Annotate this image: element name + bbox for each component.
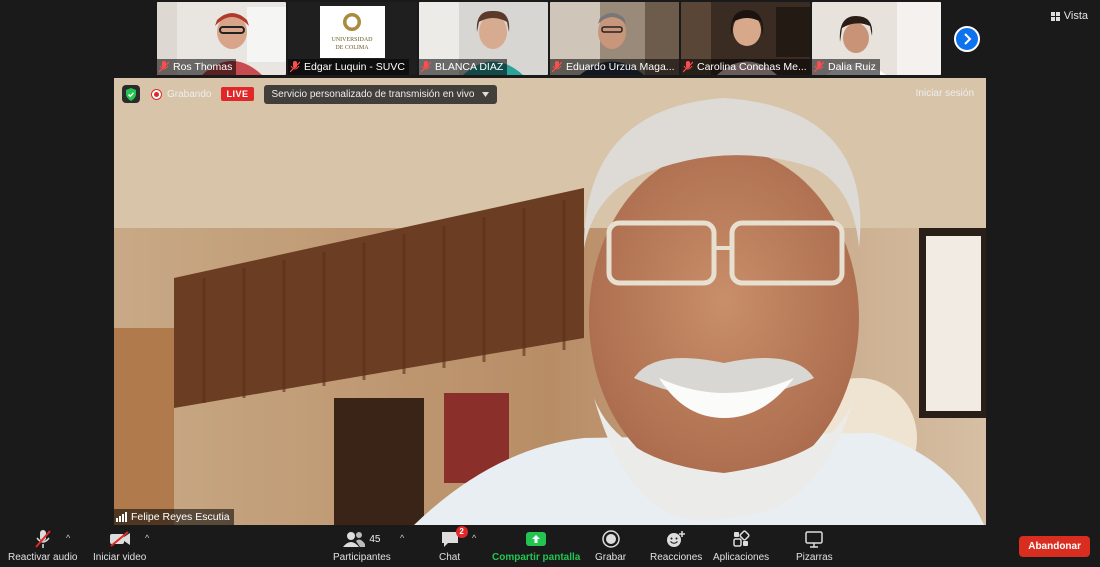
- apps-icon: [733, 530, 750, 547]
- muted-mic-icon: [159, 61, 169, 73]
- share-screen-button[interactable]: Compartir pantalla: [492, 529, 580, 563]
- record-label: Grabar: [595, 552, 627, 563]
- participant-tile[interactable]: Eduardo Urzua Maga...: [550, 2, 679, 75]
- grid-icon: [1050, 11, 1060, 21]
- apps-button[interactable]: Aplicaciones: [713, 529, 769, 563]
- whiteboard-icon: [805, 531, 824, 548]
- zoom-meeting-window: Ros Thomas UNIVERSIDAD DE COLIMA Edgar L…: [0, 0, 1100, 567]
- participant-name-label: BLANCA DIAZ: [419, 59, 508, 75]
- stream-service-dropdown[interactable]: Servicio personalizado de transmisión en…: [263, 84, 498, 104]
- participant-thumbnail-strip: Ros Thomas UNIVERSIDAD DE COLIMA Edgar L…: [157, 2, 941, 75]
- whiteboards-label: Pizarras: [796, 552, 833, 563]
- sign-in-link[interactable]: Iniciar sesión: [916, 88, 974, 99]
- view-label: Vista: [1063, 10, 1088, 22]
- security-shield-button[interactable]: [122, 85, 140, 103]
- whiteboards-button[interactable]: Pizarras: [796, 529, 833, 563]
- participants-button[interactable]: 45 Participantes: [333, 529, 391, 563]
- participant-name-label: Eduardo Urzua Maga...: [550, 59, 679, 75]
- video-off-icon: [109, 531, 130, 547]
- participant-tile[interactable]: Ros Thomas: [157, 2, 286, 75]
- participant-name: Ros Thomas: [173, 61, 233, 73]
- chat-button[interactable]: 2 Chat: [439, 526, 468, 563]
- participant-tile[interactable]: Carolina Conchas Me...: [681, 2, 810, 75]
- participant-name-label: Edgar Luquin - SUVC: [288, 59, 409, 75]
- muted-mic-icon: [552, 61, 562, 73]
- muted-microphone-icon: [34, 530, 51, 548]
- leave-meeting-button[interactable]: Abandonar: [1019, 536, 1090, 557]
- share-screen-icon: [526, 532, 547, 546]
- participant-tile[interactable]: Dalia Ruiz: [812, 2, 941, 75]
- participant-name: Eduardo Urzua Maga...: [566, 61, 675, 73]
- participants-icon: [343, 532, 366, 547]
- participant-name: BLANCA DIAZ: [435, 61, 504, 73]
- signal-strength-icon: [116, 512, 127, 522]
- chat-label: Chat: [439, 552, 461, 563]
- video-options-caret[interactable]: ^: [145, 533, 149, 543]
- participant-name: Dalia Ruiz: [828, 61, 876, 73]
- participants-count: 45: [369, 533, 381, 545]
- participant-name: Edgar Luquin - SUVC: [304, 61, 405, 73]
- meeting-status-bar: Grabando LIVE Servicio personalizado de …: [114, 78, 986, 110]
- live-badge[interactable]: LIVE: [221, 87, 254, 101]
- reactions-label: Reacciones: [650, 552, 703, 563]
- chat-options-caret[interactable]: ^: [472, 533, 476, 543]
- record-icon: [601, 530, 620, 548]
- smiley-plus-icon: [667, 531, 686, 547]
- muted-mic-icon: [814, 61, 824, 73]
- chevron-right-icon: [964, 33, 972, 45]
- muted-mic-icon: [290, 61, 300, 73]
- participant-name-label: Dalia Ruiz: [812, 59, 880, 75]
- participant-tile[interactable]: UNIVERSIDAD DE COLIMA Edgar Luquin - SUV…: [288, 2, 417, 75]
- next-page-button[interactable]: [954, 26, 980, 52]
- chat-unread-badge: 2: [455, 526, 468, 538]
- shield-icon: [126, 87, 136, 101]
- speaker-name-label: Felipe Reyes Escutia: [114, 509, 234, 525]
- audio-options-caret[interactable]: ^: [66, 533, 70, 543]
- record-button[interactable]: Grabar: [595, 529, 626, 563]
- participants-label: Participantes: [333, 552, 391, 563]
- participant-name-label: Ros Thomas: [157, 59, 237, 75]
- view-button[interactable]: Vista: [1050, 10, 1088, 22]
- reactions-button[interactable]: Reacciones: [650, 529, 702, 563]
- unmute-label: Reactivar audio: [8, 552, 78, 563]
- logo-text-line1: UNIVERSIDAD: [332, 37, 374, 43]
- speaker-video-frame: [114, 78, 986, 525]
- recording-status[interactable]: Grabando: [167, 89, 211, 100]
- caret-down-icon: [482, 91, 490, 97]
- active-speaker-video: Grabando LIVE Servicio personalizado de …: [114, 78, 986, 525]
- participant-name: Carolina Conchas Me...: [697, 61, 807, 73]
- muted-mic-icon: [421, 61, 431, 73]
- apps-label: Aplicaciones: [713, 552, 770, 563]
- participant-tile[interactable]: BLANCA DIAZ: [419, 2, 548, 75]
- start-video-button[interactable]: Iniciar video: [93, 529, 146, 563]
- recording-icon: [152, 89, 161, 99]
- participants-options-caret[interactable]: ^: [400, 533, 404, 543]
- stream-service-label: Servicio personalizado de transmisión en…: [271, 88, 475, 100]
- meeting-toolbar: Reactivar audio ^ Iniciar video ^ 45 Par…: [0, 525, 1100, 567]
- share-screen-label: Compartir pantalla: [492, 552, 581, 563]
- start-video-label: Iniciar video: [93, 552, 147, 563]
- logo-text-line2: DE COLIMA: [335, 45, 369, 51]
- muted-mic-icon: [683, 61, 693, 73]
- participant-name-label: Carolina Conchas Me...: [681, 59, 810, 75]
- speaker-name: Felipe Reyes Escutia: [131, 511, 230, 523]
